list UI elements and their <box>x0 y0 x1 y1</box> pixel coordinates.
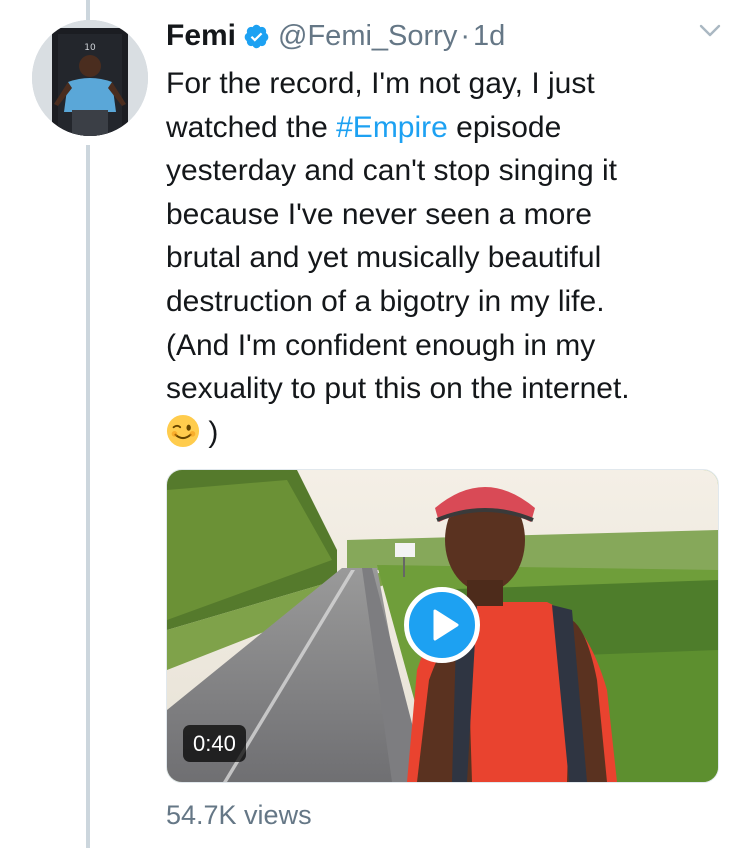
separator-dot: · <box>460 19 470 52</box>
tweet-text-line: For the record, I'm not gay, I just <box>166 67 595 100</box>
tweet-text-line: (And I'm confident enough in my <box>166 328 596 362</box>
tweet-text-line: because I've never seen a more <box>166 197 592 231</box>
play-button[interactable] <box>404 587 480 663</box>
tweet-text-segment: ) <box>200 415 219 449</box>
tweet-text-segment: episode <box>447 110 562 144</box>
thread-line-top <box>86 0 90 20</box>
tweet-header: Femi @Femi_Sorry · 1d <box>166 14 725 58</box>
tweet-text-line: ) <box>166 411 726 455</box>
tweet-text-line: destruction of a bigotry in my life. <box>166 284 605 318</box>
avatar[interactable]: 10 <box>32 20 148 136</box>
view-count: 54.7K views <box>166 800 312 830</box>
avatar-image: 10 <box>32 20 148 136</box>
winking-face-emoji <box>166 414 200 447</box>
author-name[interactable]: Femi <box>166 19 236 53</box>
verified-badge-icon <box>244 24 269 48</box>
play-icon <box>433 609 459 641</box>
tweet-text-segment: watched the <box>166 110 337 144</box>
author-handle[interactable]: @Femi_Sorry <box>278 20 457 53</box>
tweet-text-line: sexuality to put this on the internet. <box>166 372 630 406</box>
thread-line <box>86 145 90 848</box>
tweet-timestamp[interactable]: 1d <box>473 20 505 53</box>
tweet-text-line: yesterday and can't stop singing it <box>166 154 617 188</box>
hashtag-link[interactable]: #Empire <box>336 111 448 144</box>
tweet-text-line: watched the #Empire episode <box>166 106 726 150</box>
tweet-text: For the record, I'm not gay, I just watc… <box>166 62 726 454</box>
chevron-down-icon[interactable] <box>699 24 721 38</box>
svg-text:10: 10 <box>84 43 96 53</box>
tweet-text-line: brutal and yet musically beautiful <box>166 241 602 275</box>
video-duration-badge: 0:40 <box>183 725 246 762</box>
